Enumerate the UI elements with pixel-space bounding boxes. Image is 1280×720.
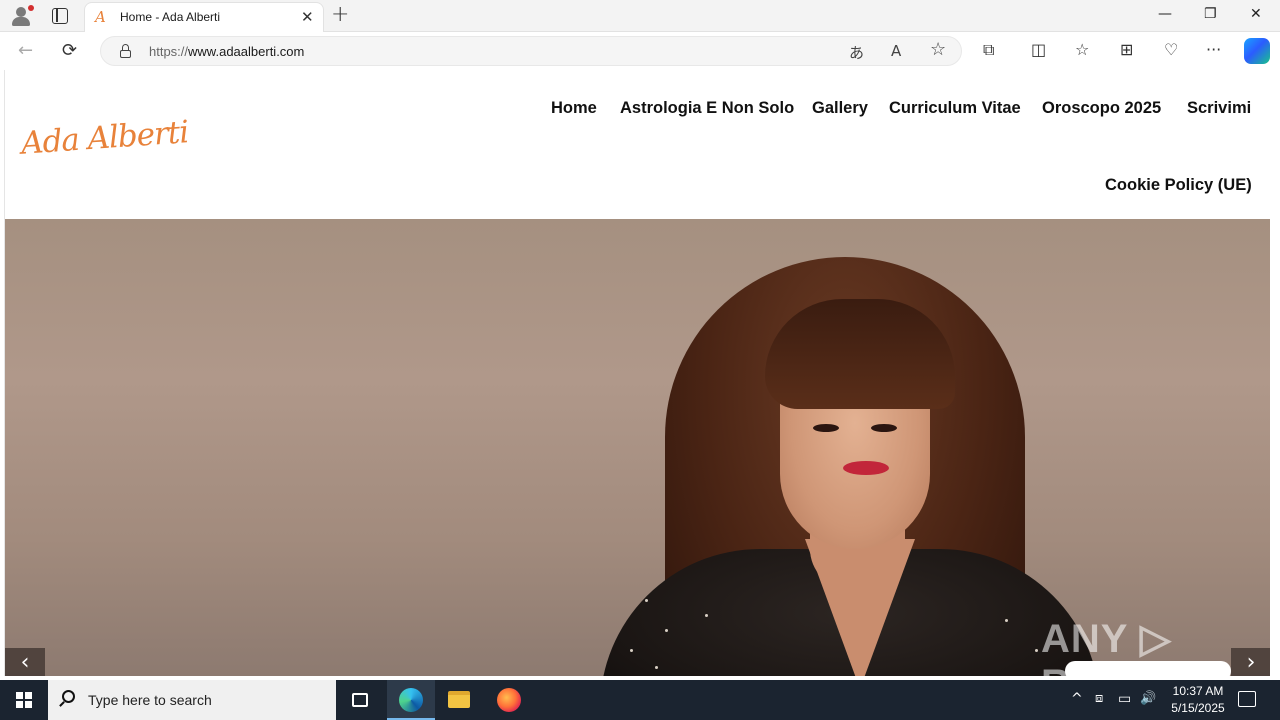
device-icon[interactable]: ⧈ — [1095, 691, 1103, 706]
lock-icon[interactable] — [120, 44, 131, 58]
tab-close-icon[interactable]: ✕ — [301, 8, 314, 26]
browser-essentials-icon[interactable]: ♡ — [1164, 40, 1178, 59]
slider-prev-button[interactable]: ‹ — [5, 648, 45, 676]
nav-gallery[interactable]: Gallery — [812, 99, 868, 118]
extensions-icon[interactable]: ⧉ — [983, 40, 994, 60]
split-screen-icon[interactable]: ◫ — [1031, 40, 1046, 59]
reload-button[interactable]: ⟳ — [62, 40, 77, 61]
copilot-icon[interactable] — [1244, 38, 1270, 64]
clock-date: 5/15/2025 — [1171, 701, 1225, 715]
clock-time: 10:37 AM — [1172, 684, 1224, 698]
notification-dot — [28, 5, 34, 11]
windows-taskbar: Type here to search ^ ⧈ ▭ 🔊 10:37 AM 5/1… — [0, 680, 1280, 720]
site-logo[interactable]: Ada Alberti — [20, 114, 189, 162]
taskbar-search-box[interactable]: Type here to search — [48, 680, 336, 720]
nav-cookie-policy[interactable]: Cookie Policy (UE) — [1105, 176, 1252, 195]
tray-overflow-icon[interactable]: ^ — [1071, 691, 1083, 707]
hero-slider-image — [5, 219, 1270, 676]
more-menu-icon[interactable]: ··· — [1206, 40, 1221, 59]
minimize-button[interactable]: — — [1158, 6, 1172, 22]
browser-tab-active[interactable]: A Home - Ada Alberti ✕ — [84, 2, 324, 32]
nav-scrivimi[interactable]: Scrivimi — [1187, 99, 1251, 118]
task-view-icon[interactable] — [336, 680, 384, 720]
new-tab-button[interactable]: + — [331, 2, 349, 27]
volume-icon[interactable]: 🔊 — [1140, 691, 1156, 706]
back-button[interactable]: ← — [18, 40, 33, 61]
close-window-button[interactable]: ✕ — [1250, 6, 1262, 22]
restore-button[interactable]: ❐ — [1204, 6, 1217, 22]
url-text[interactable]: https://www.adaalberti.com — [149, 44, 304, 59]
search-icon — [62, 690, 75, 703]
collections-icon[interactable]: ⊞ — [1120, 40, 1133, 59]
read-aloud-icon[interactable]: A — [891, 42, 901, 60]
browser-title-bar: A Home - Ada Alberti ✕ + — ❐ ✕ — [0, 0, 1280, 32]
tab-title: Home - Ada Alberti — [120, 10, 221, 24]
web-page: Ada Alberti Home Astrologia E Non Solo G… — [4, 70, 1270, 676]
translate-icon[interactable]: あ — [849, 42, 864, 63]
nav-curriculum-vitae[interactable]: Curriculum Vitae — [889, 99, 1021, 118]
windows-start-icon[interactable] — [16, 692, 32, 708]
firefox-icon[interactable] — [485, 680, 533, 720]
notifications-icon[interactable] — [1238, 691, 1256, 707]
nav-oroscopo-2025[interactable]: Oroscopo 2025 — [1042, 99, 1161, 118]
network-icon[interactable]: ▭ — [1118, 691, 1131, 707]
search-placeholder: Type here to search — [88, 692, 212, 708]
tab-actions-icon[interactable] — [52, 8, 68, 24]
profile-avatar-icon[interactable] — [8, 4, 34, 28]
favorites-icon[interactable]: ☆ — [1075, 40, 1089, 59]
taskbar-clock[interactable]: 10:37 AM 5/15/2025 — [1160, 683, 1236, 717]
site-favicon-icon: A — [95, 8, 106, 26]
address-bar[interactable]: https://www.adaalberti.com あ A ☆ — [100, 36, 962, 66]
cookie-banner-edge[interactable] — [1065, 661, 1231, 676]
nav-home[interactable]: Home — [551, 99, 597, 118]
favorite-star-icon[interactable]: ☆ — [930, 39, 946, 60]
file-explorer-icon[interactable] — [435, 680, 483, 720]
edge-taskbar-icon[interactable] — [387, 680, 435, 720]
nav-astrologia[interactable]: Astrologia E Non Solo — [620, 99, 794, 118]
